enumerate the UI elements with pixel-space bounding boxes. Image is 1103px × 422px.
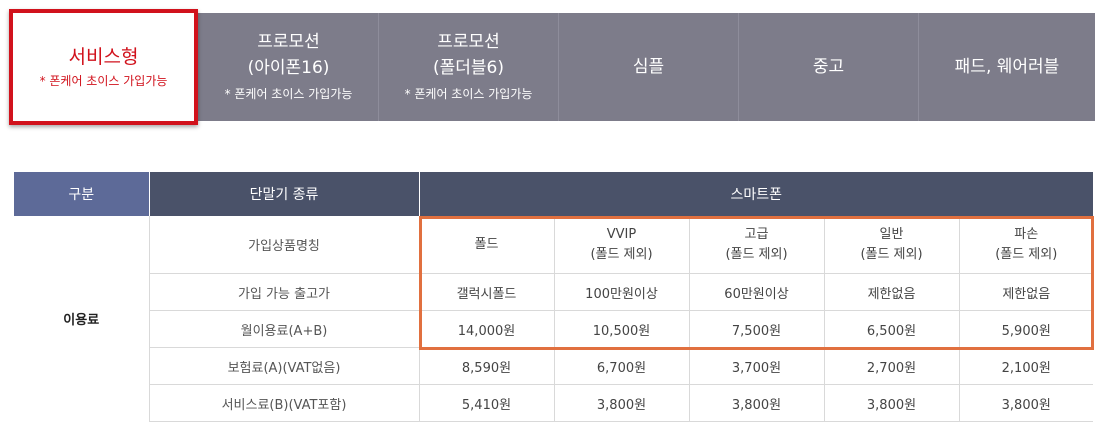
table-cell: 14,000원 [419, 310, 555, 348]
table-row-service: 서비스료(B)(VAT포함) 5,410원 3,800원 3,800원 3,80… [14, 384, 1093, 422]
table-cell: 8,590원 [419, 347, 555, 385]
row-label-service: 서비스료(B)(VAT포함) [149, 384, 420, 422]
row-label-monthly: 월이용료(A+B) [149, 310, 420, 348]
table-cell: 2,100원 [959, 347, 1093, 385]
product-general: 일반 (폴드 제외) [824, 216, 960, 274]
table-cell: 100만원이상 [554, 273, 690, 311]
table-cell: 갤럭시폴드 [419, 273, 555, 311]
tab-used[interactable]: 중고 [739, 13, 919, 121]
product-name: VVIP [606, 226, 637, 242]
table-cell: 10,500원 [554, 310, 690, 348]
product-name: 일반 [879, 226, 904, 242]
table-cell: 7,500원 [689, 310, 825, 348]
table-cell: 5,410원 [419, 384, 555, 422]
table-cell: 2,700원 [824, 347, 960, 385]
header-smartphone: 스마트폰 [419, 172, 1093, 216]
tab-simple[interactable]: 심플 [559, 13, 739, 121]
table-cell: 제한없음 [959, 273, 1093, 311]
table-row-monthly: 월이용료(A+B) 14,000원 10,500원 7,500원 6,500원 … [14, 310, 1093, 348]
table-cell: 60만원이상 [689, 273, 825, 311]
table-cell: 3,800원 [959, 384, 1093, 422]
table-cell: 3,800원 [554, 384, 690, 422]
tab-active-note: * 폰케어 초이스 가입가능 [39, 74, 168, 88]
product-name: 폴드 [474, 236, 499, 252]
table-row-price-range: 가입 가능 출고가 갤럭시폴드 100만원이상 60만원이상 제한없음 제한없음 [14, 273, 1093, 311]
tab-promotion-foldable6[interactable]: 프로모션 (폴더블6) * 폰케어 초이스 가입가능 [379, 13, 559, 121]
pricing-table: 구분 단말기 종류 스마트폰 이용료 가입상품명칭 폴드 VVIP (폴드 제외)… [14, 172, 1093, 422]
product-damage: 파손 (폴드 제외) [959, 216, 1093, 274]
tab-label: 중고 [812, 57, 845, 77]
row-label-product: 가입상품명칭 [149, 216, 420, 274]
table-cell: 6,500원 [824, 310, 960, 348]
table-cell: 5,900원 [959, 310, 1093, 348]
row-label-insurance: 보험료(A)(VAT없음) [149, 347, 420, 385]
product-sub: (폴드 제외) [860, 246, 923, 262]
tab-promotion-iphone16[interactable]: 프로모션 (아이폰16) * 폰케어 초이스 가입가능 [199, 13, 379, 121]
product-name: 고급 [744, 226, 769, 242]
tab-service-active[interactable]: 서비스형 * 폰케어 초이스 가입가능 [9, 9, 198, 125]
header-device-type: 단말기 종류 [149, 172, 420, 216]
tab-note: * 폰케어 초이스 가입가능 [404, 87, 533, 101]
table-cell: 6,700원 [554, 347, 690, 385]
product-sub: (폴드 제외) [590, 246, 653, 262]
tab-label: 프로모션 [437, 32, 500, 52]
tab-note: * 폰케어 초이스 가입가능 [224, 87, 353, 101]
table-cell: 제한없음 [824, 273, 960, 311]
header-gubun: 구분 [14, 172, 150, 216]
product-sub: (폴드 제외) [725, 246, 788, 262]
row-label-price-range: 가입 가능 출고가 [149, 273, 420, 311]
tab-pad-wearable[interactable]: 패드, 웨어러블 [919, 13, 1095, 121]
tab-active-label: 서비스형 [68, 46, 139, 68]
row-group-fee: 이용료 [14, 216, 150, 422]
product-premium: 고급 (폴드 제외) [689, 216, 825, 274]
product-fold: 폴드 [419, 216, 555, 274]
tab-sublabel: (아이폰16) [247, 58, 330, 78]
table-cell: 3,800원 [689, 384, 825, 422]
table-header-row: 구분 단말기 종류 스마트폰 [14, 172, 1093, 216]
product-name: 파손 [1014, 226, 1039, 242]
table-cell: 3,800원 [824, 384, 960, 422]
tab-label: 프로모션 [257, 32, 320, 52]
tab-label: 패드, 웨어러블 [954, 57, 1060, 77]
product-sub: (폴드 제외) [995, 246, 1058, 262]
table-row-product: 이용료 가입상품명칭 폴드 VVIP (폴드 제외) 고급 (폴드 제외) 일반 (폴… [14, 216, 1093, 422]
table-row-insurance: 보험료(A)(VAT없음) 8,590원 6,700원 3,700원 2,700… [14, 347, 1093, 385]
tab-sublabel: (폴더블6) [432, 58, 504, 78]
product-vvip: VVIP (폴드 제외) [554, 216, 690, 274]
table-cell: 3,700원 [689, 347, 825, 385]
tab-label: 심플 [632, 57, 665, 77]
